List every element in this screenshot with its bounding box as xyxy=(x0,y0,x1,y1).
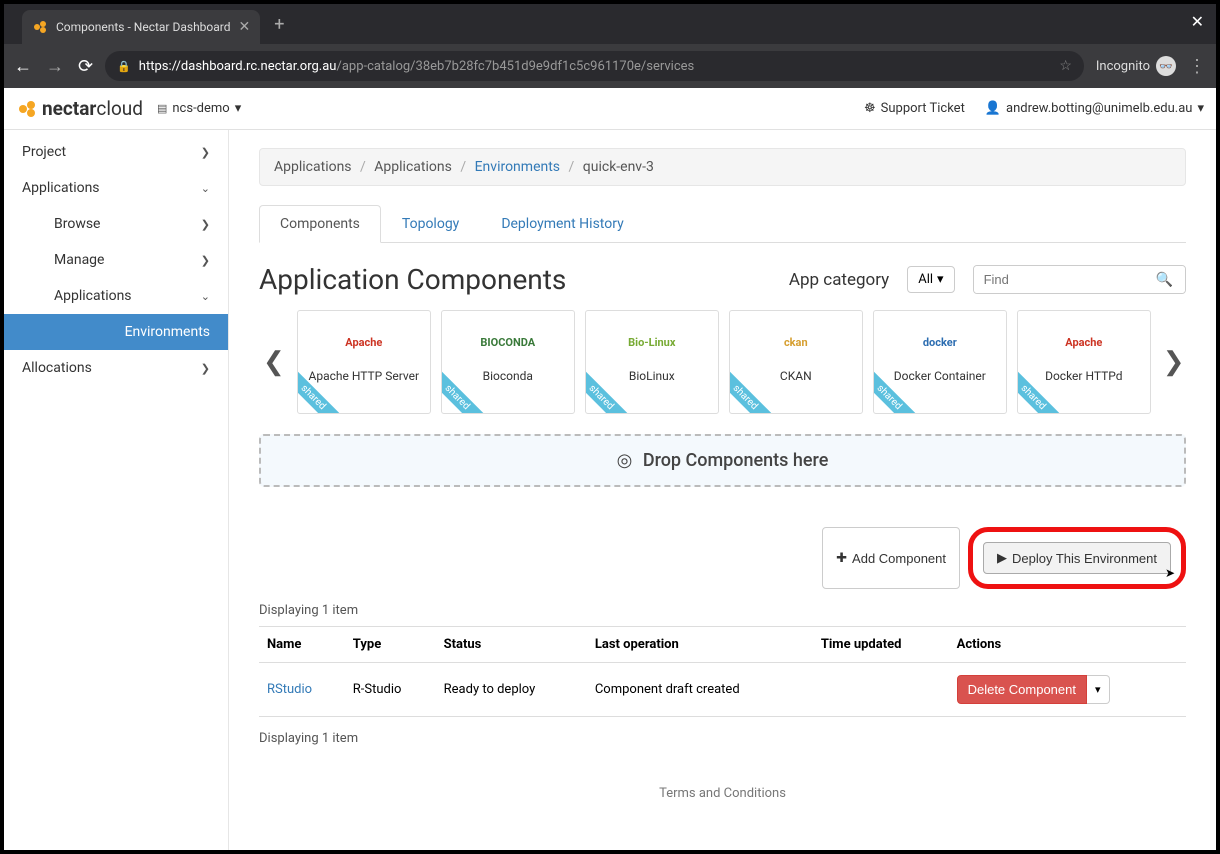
tab-title: Components - Nectar Dashboard xyxy=(56,20,231,34)
bookmark-star-icon[interactable]: ☆ xyxy=(1059,58,1072,74)
new-tab-button[interactable]: + xyxy=(274,14,284,35)
caret-down-icon: ▾ xyxy=(1197,101,1204,116)
incognito-icon: 👓 xyxy=(1156,56,1176,76)
component-card[interactable]: BIOCONDA Bioconda shared xyxy=(441,310,575,414)
tabs: Components Topology Deployment History xyxy=(259,204,1186,243)
carousel-prev-icon[interactable]: ❮ xyxy=(259,347,289,377)
components-table: Name Type Status Last operation Time upd… xyxy=(259,626,1186,717)
search-box: 🔍 xyxy=(973,265,1186,294)
card-icon: Apache xyxy=(345,319,382,365)
category-dropdown[interactable]: All ▾ xyxy=(907,266,954,293)
sidebar-item-browse[interactable]: Browse ❯ xyxy=(4,206,228,242)
chevron-right-icon: ❯ xyxy=(201,218,210,231)
incognito-indicator: Incognito 👓 xyxy=(1096,56,1176,76)
highlight-annotation: ▶ Deploy This Environment ➤ xyxy=(968,527,1186,589)
plus-icon: ✚ xyxy=(836,550,847,566)
card-icon: BIOCONDA xyxy=(480,319,535,365)
address-bar[interactable]: 🔒 https://dashboard.rc.nectar.org.au/app… xyxy=(105,51,1084,81)
browser-menu-icon[interactable]: ⋮ xyxy=(1188,56,1206,77)
nav-forward-icon[interactable]: → xyxy=(46,56,64,77)
window-close-icon[interactable]: ✕ xyxy=(1191,12,1204,31)
url-path: /app-catalog/38eb7b28fc7b451d9e9df1c5c96… xyxy=(336,59,694,74)
col-time[interactable]: Time updated xyxy=(813,627,949,663)
col-name[interactable]: Name xyxy=(259,627,345,663)
card-label: Docker HTTPd xyxy=(1041,369,1126,383)
url-host: https://dashboard.rc.nectar.org.au xyxy=(139,59,337,74)
life-ring-icon: ☸ xyxy=(864,101,876,116)
caret-down-icon: ▾ xyxy=(235,101,242,116)
component-card[interactable]: docker Docker Container shared xyxy=(873,310,1007,414)
displaying-count-top: Displaying 1 item xyxy=(259,603,1186,618)
sidebar-item-environments[interactable]: Environments xyxy=(4,314,228,350)
sidebar-item-project[interactable]: Project ❯ xyxy=(4,134,228,170)
table-row: RStudio R-Studio Ready to deploy Compone… xyxy=(259,663,1186,717)
play-icon: ▶ xyxy=(997,550,1007,566)
project-switcher[interactable]: ▤ ncs-demo ▾ xyxy=(157,101,241,116)
action-menu-caret[interactable]: ▾ xyxy=(1087,675,1110,704)
breadcrumb-environments-link[interactable]: Environments xyxy=(475,159,560,175)
caret-down-icon: ▾ xyxy=(937,272,944,287)
card-label: Docker Container xyxy=(890,369,990,383)
footer-link[interactable]: Terms and Conditions xyxy=(259,786,1186,801)
tab-deployment-history[interactable]: Deployment History xyxy=(480,205,644,243)
category-label: App category xyxy=(789,270,889,290)
component-card[interactable]: Apache Docker HTTPd shared xyxy=(1017,310,1151,414)
browser-tab[interactable]: Components - Nectar Dashboard ✕ xyxy=(22,10,260,44)
chevron-down-icon: ⌄ xyxy=(201,182,210,195)
sidebar-item-allocations[interactable]: Allocations ❯ xyxy=(4,350,228,386)
component-card[interactable]: Apache Apache HTTP Server shared xyxy=(297,310,431,414)
tab-components[interactable]: Components xyxy=(259,205,381,243)
col-status[interactable]: Status xyxy=(436,627,587,663)
chevron-down-icon: ⌄ xyxy=(201,290,210,303)
shared-ribbon: shared xyxy=(729,364,778,414)
project-icon: ▤ xyxy=(157,102,167,115)
chevron-right-icon: ❯ xyxy=(201,146,210,159)
breadcrumb: Applications / Applications / Environmen… xyxy=(259,148,1186,186)
sidebar-item-applications[interactable]: Applications ⌄ xyxy=(4,170,228,206)
sidebar: Project ❯ Applications ⌄ Browse ❯ Manage… xyxy=(4,130,229,850)
search-input[interactable] xyxy=(974,266,1144,293)
card-label: Bioconda xyxy=(479,369,537,383)
logo-icon xyxy=(16,98,38,120)
app-topbar: nectarcloud ▤ ncs-demo ▾ ☸ Support Ticke… xyxy=(4,88,1216,130)
chevron-right-icon: ❯ xyxy=(201,254,210,267)
card-icon: Apache xyxy=(1065,319,1102,365)
card-icon: ckan xyxy=(784,319,808,365)
component-card[interactable]: ckan CKAN shared xyxy=(729,310,863,414)
card-label: Apache HTTP Server xyxy=(305,369,424,383)
reload-icon[interactable]: ⟳ xyxy=(78,56,93,77)
brand-logo[interactable]: nectarcloud xyxy=(16,97,143,120)
add-component-button[interactable]: ✚ Add Component xyxy=(822,527,960,589)
col-actions: Actions xyxy=(949,627,1186,663)
col-last-op[interactable]: Last operation xyxy=(587,627,813,663)
user-menu[interactable]: 👤 andrew.botting@unimelb.edu.au ▾ xyxy=(985,101,1204,116)
support-link[interactable]: ☸ Support Ticket xyxy=(864,101,965,116)
search-icon: 🔍 xyxy=(1156,271,1173,287)
delete-component-button[interactable]: Delete Component xyxy=(957,675,1087,704)
component-name-link[interactable]: RStudio xyxy=(267,682,312,697)
search-button[interactable]: 🔍 xyxy=(1144,266,1185,293)
card-icon: Bio-Linux xyxy=(628,319,675,365)
tab-close-icon[interactable]: ✕ xyxy=(239,19,251,35)
favicon-icon xyxy=(32,19,48,35)
chevron-right-icon: ❯ xyxy=(201,362,210,375)
deploy-environment-button[interactable]: ▶ Deploy This Environment xyxy=(983,542,1171,574)
user-icon: 👤 xyxy=(985,101,1001,116)
sidebar-item-manage[interactable]: Manage ❯ xyxy=(4,242,228,278)
drop-zone[interactable]: ◎ Drop Components here xyxy=(259,434,1186,487)
col-type[interactable]: Type xyxy=(345,627,436,663)
carousel-next-icon[interactable]: ❯ xyxy=(1159,347,1189,377)
card-label: BioLinux xyxy=(625,369,679,383)
displaying-count-bottom: Displaying 1 item xyxy=(259,731,1186,746)
card-label: CKAN xyxy=(776,369,816,383)
cursor-icon: ➤ xyxy=(1165,566,1175,580)
sidebar-item-applications-sub[interactable]: Applications ⌄ xyxy=(4,278,228,314)
card-icon: docker xyxy=(923,319,957,365)
lock-icon: 🔒 xyxy=(117,60,131,73)
target-icon: ◎ xyxy=(617,450,633,471)
tab-topology[interactable]: Topology xyxy=(381,205,480,243)
component-card[interactable]: Bio-Linux BioLinux shared xyxy=(585,310,719,414)
page-title: Application Components xyxy=(259,263,771,296)
nav-back-icon[interactable]: ← xyxy=(14,56,32,77)
